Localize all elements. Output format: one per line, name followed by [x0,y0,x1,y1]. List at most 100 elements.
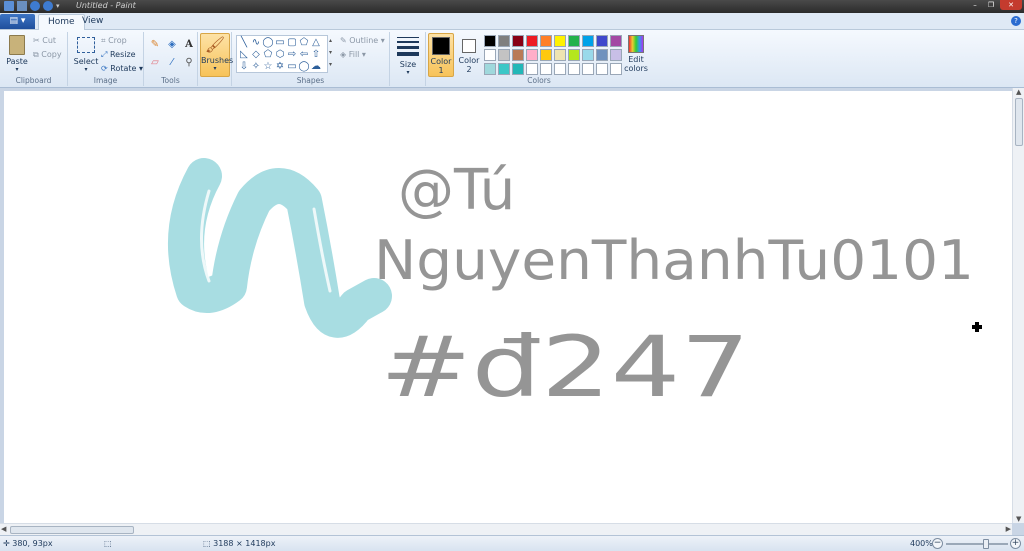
scroll-down-arrow-icon[interactable]: ▼ [1016,515,1021,523]
size-label: Size [399,60,417,69]
palette-swatch[interactable] [540,35,552,47]
palette-swatch[interactable] [554,49,566,61]
palette-swatch[interactable] [610,63,622,75]
hexagon-shape-icon[interactable]: ⬡ [274,49,286,61]
palette-swatch[interactable] [540,49,552,61]
fill-button[interactable]: ◈ Fill ▾ [340,50,366,59]
left-arrow-shape-icon[interactable]: ⇦ [298,49,310,61]
palette-swatch[interactable] [498,49,510,61]
fill-icon[interactable]: ◈ [165,38,179,52]
cut-button[interactable]: ✂ Cut [33,36,56,45]
palette-swatch[interactable] [596,35,608,47]
canvas-text-line-2: NguyenThanhTu0101 [374,229,974,292]
close-button[interactable]: ✕ [1000,0,1022,10]
palette-swatch[interactable] [526,35,538,47]
palette-swatch[interactable] [554,63,566,75]
scroll-right-arrow-icon[interactable]: ▶ [1006,525,1011,533]
save-icon[interactable] [17,1,27,11]
rotate-button[interactable]: ⟳ Rotate ▾ [101,64,143,73]
cloud-callout-shape-icon[interactable]: ☁ [310,61,322,73]
palette-swatch[interactable] [512,35,524,47]
oval-callout-shape-icon[interactable]: ◯ [298,61,310,73]
palette-swatch[interactable] [512,49,524,61]
color1-button[interactable]: Color 1 [428,33,454,77]
copy-button[interactable]: ⧉ Copy [33,50,62,60]
diamond-shape-icon[interactable]: ◇ [250,49,262,61]
palette-swatch[interactable] [596,63,608,75]
tab-view[interactable]: View [73,14,112,30]
undo-icon[interactable] [30,1,40,11]
up-arrow-shape-icon[interactable]: ⇧ [310,49,322,61]
five-point-star-shape-icon[interactable]: ☆ [262,61,274,73]
line-shape-icon[interactable]: ╲ [238,37,250,49]
palette-swatch[interactable] [554,35,566,47]
palette-swatch[interactable] [526,63,538,75]
palette-swatch[interactable] [582,35,594,47]
six-point-star-shape-icon[interactable]: ✡ [274,61,286,73]
down-arrow-shape-icon[interactable]: ⇩ [238,61,250,73]
pentagon-shape-icon[interactable]: ⬠ [262,49,274,61]
oval-shape-icon[interactable]: ◯ [262,37,274,49]
drawing-canvas[interactable]: @Tú NguyenThanhTu0101 #đ247 [4,91,1012,524]
polygon-shape-icon[interactable]: ⬠ [298,37,310,49]
palette-swatch[interactable] [568,63,580,75]
paste-button[interactable]: Paste ▾ [4,35,30,73]
minimize-button[interactable]: – [968,0,982,10]
palette-swatch[interactable] [610,35,622,47]
size-button[interactable]: Size ▾ [394,35,422,76]
resize-button[interactable]: ⤢ Resize [101,50,136,60]
paint-app-icon[interactable] [4,1,14,11]
four-point-star-shape-icon[interactable]: ✧ [250,61,262,73]
palette-swatch[interactable] [596,49,608,61]
scroll-left-arrow-icon[interactable]: ◀ [1,525,6,533]
pencil-icon[interactable]: ✎ [148,38,162,52]
shapes-group-label: Shapes [296,76,325,85]
zoom-in-button[interactable]: + [1010,538,1021,549]
color2-button[interactable]: Color 2 [456,33,482,77]
right-arrow-shape-icon[interactable]: ⇨ [286,49,298,61]
vertical-scrollbar[interactable]: ▲ ▼ [1012,88,1024,523]
eraser-icon[interactable]: ▱ [148,56,162,70]
crop-button[interactable]: ⌗ Crop [101,36,127,46]
palette-swatch[interactable] [484,49,496,61]
edit-colors-button[interactable]: Edit colors [623,35,649,73]
palette-swatch[interactable] [610,49,622,61]
magnifier-icon[interactable]: ⚲ [182,56,196,70]
help-icon[interactable]: ? [1011,16,1021,26]
scroll-up-arrow-icon[interactable]: ▲ [1016,88,1021,96]
restore-button[interactable]: ❐ [984,0,998,10]
brushes-button[interactable]: 🖌 Brushes ▾ [200,33,233,77]
triangle-shape-icon[interactable]: △ [310,37,322,49]
zoom-slider-track[interactable] [946,543,1008,545]
palette-swatch[interactable] [498,35,510,47]
callout-shape-icon[interactable]: ▭ [286,61,298,73]
vertical-scroll-thumb[interactable] [1015,98,1023,146]
horizontal-scrollbar[interactable]: ◀ ▶ [0,523,1012,535]
rectangle-shape-icon[interactable]: ▭ [274,37,286,49]
palette-swatch[interactable] [512,63,524,75]
palette-swatch[interactable] [568,35,580,47]
paint-menu-button[interactable]: ▤ ▾ [0,14,35,29]
palette-swatch[interactable] [484,35,496,47]
zoom-out-button[interactable]: − [932,538,943,549]
horizontal-scroll-thumb[interactable] [10,526,134,534]
palette-swatch[interactable] [540,63,552,75]
outline-icon: ✎ [340,36,347,45]
palette-swatch[interactable] [498,63,510,75]
rounded-rectangle-shape-icon[interactable]: ▢ [286,37,298,49]
palette-swatch[interactable] [568,49,580,61]
select-button[interactable]: Select ▾ [72,35,100,73]
text-icon[interactable]: A [182,38,196,52]
shapes-scroll-icon[interactable]: ▴ ▾ ▾ [329,35,332,71]
palette-swatch[interactable] [582,49,594,61]
outline-button[interactable]: ✎ Outline ▾ [340,36,385,45]
palette-swatch[interactable] [484,63,496,75]
palette-swatch[interactable] [582,63,594,75]
right-triangle-shape-icon[interactable]: ◺ [238,49,250,61]
customize-qat-icon[interactable]: ▾ [56,1,62,11]
redo-icon[interactable] [43,1,53,11]
curve-shape-icon[interactable]: ∿ [250,37,262,49]
zoom-slider-knob[interactable] [983,539,989,549]
color-picker-icon[interactable]: ⁄ [165,56,179,70]
palette-swatch[interactable] [526,49,538,61]
